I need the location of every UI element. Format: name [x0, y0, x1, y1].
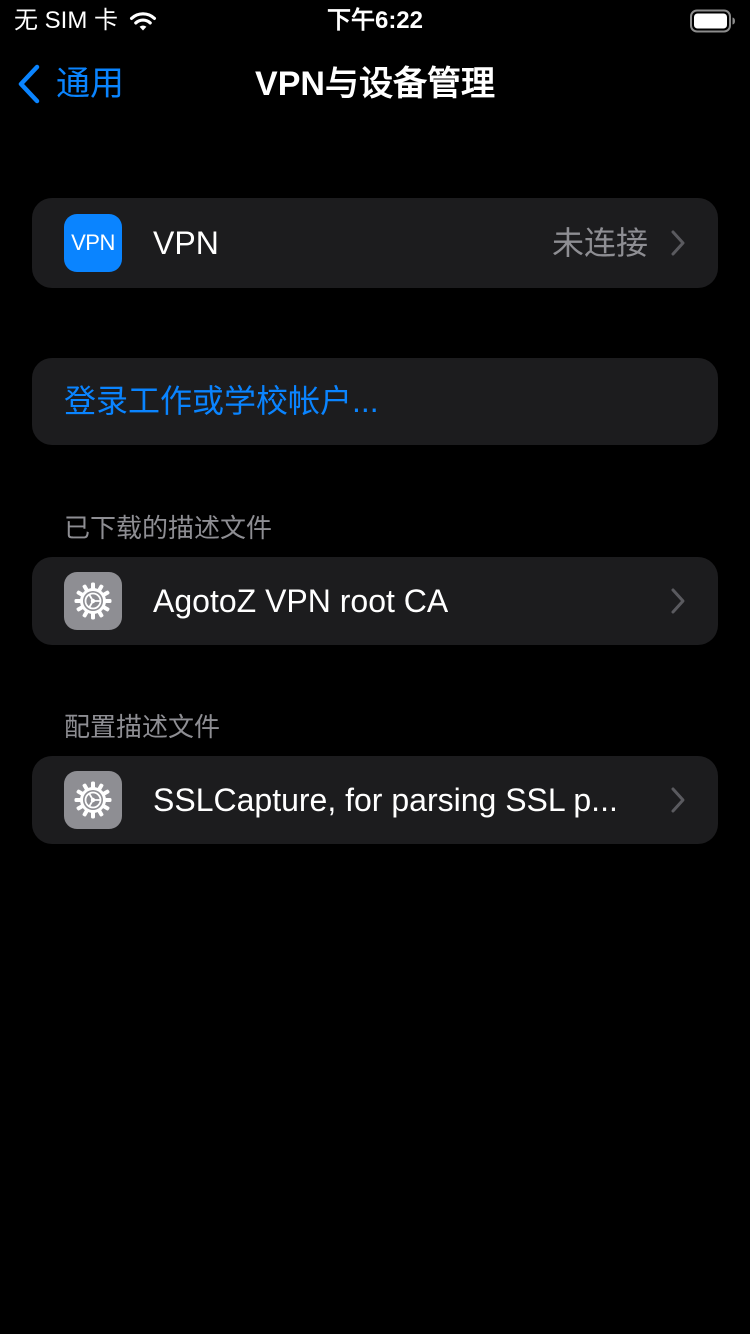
profile-label-sslcapture: SSLCapture, for parsing SSL p...: [153, 782, 618, 818]
downloaded-profiles-header: 已下载的描述文件: [64, 513, 273, 543]
chevron-right-icon: [671, 230, 685, 256]
settings-gear-glyph: [74, 582, 112, 620]
page-title: VPN与设备管理: [255, 65, 495, 103]
vpn-icon: VPN: [64, 214, 122, 272]
configuration-profiles-header: 配置描述文件: [64, 712, 221, 742]
vpn-row[interactable]: VPN VPN 未连接: [32, 198, 718, 288]
navigation-bar: 通用 VPN与设备管理: [0, 40, 750, 128]
status-bar-time: 下午6:22: [326, 7, 424, 34]
configuration-profiles-group: SSLCapture, for parsing SSL p...: [32, 756, 718, 844]
settings-gear-glyph: [74, 781, 112, 819]
chevron-right-icon: [671, 588, 685, 614]
settings-gear-icon: [64, 771, 122, 829]
profile-label-agotoz: AgotoZ VPN root CA: [153, 583, 449, 619]
downloaded-profiles-group: AgotoZ VPN root CA: [32, 557, 718, 645]
chevron-right-icon: [671, 787, 685, 813]
vpn-row-label: VPN: [153, 225, 219, 261]
profile-row-agotoz[interactable]: AgotoZ VPN root CA: [32, 557, 718, 645]
profile-row-sslcapture[interactable]: SSLCapture, for parsing SSL p...: [32, 756, 718, 844]
signin-group: 登录工作或学校帐户...: [32, 358, 718, 445]
vpn-group: VPN VPN 未连接: [32, 198, 718, 288]
vpn-icon-text: VPN: [71, 230, 115, 255]
signin-row[interactable]: 登录工作或学校帐户...: [32, 358, 718, 445]
battery-full-icon: [690, 9, 735, 33]
settings-gear-icon: [64, 572, 122, 630]
vpn-status-value: 未连接: [551, 225, 648, 261]
status-bar: 无 SIM 卡 下午6:22: [0, 0, 750, 40]
signin-link[interactable]: 登录工作或学校帐户...: [64, 358, 379, 445]
